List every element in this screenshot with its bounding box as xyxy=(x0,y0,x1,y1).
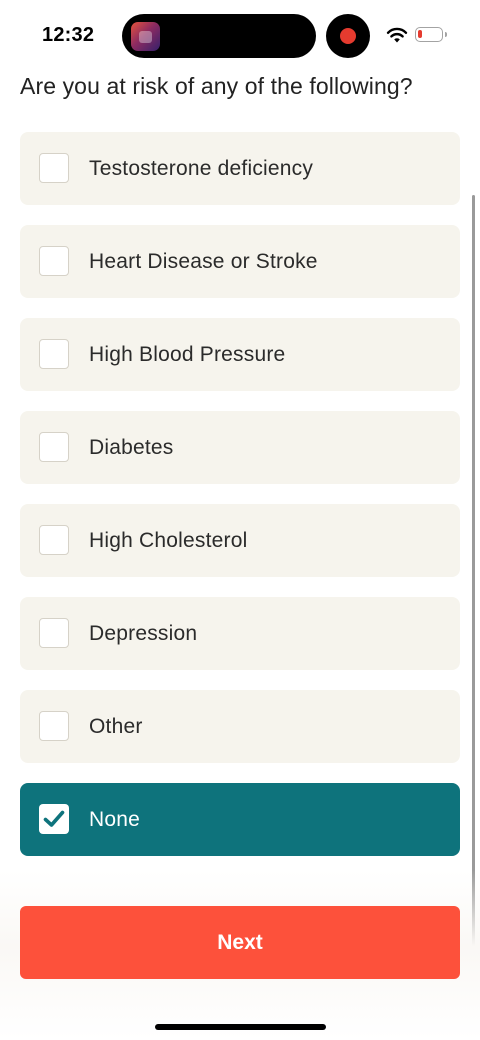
checkbox[interactable] xyxy=(39,525,69,555)
wifi-icon xyxy=(386,27,408,43)
checkbox[interactable] xyxy=(39,618,69,648)
option-label: Testosterone deficiency xyxy=(89,157,314,180)
home-indicator[interactable] xyxy=(155,1024,326,1030)
checkbox[interactable] xyxy=(39,246,69,276)
option-label: Diabetes xyxy=(89,436,174,459)
option-other[interactable]: Other xyxy=(20,690,460,763)
option-high-blood-pressure[interactable]: High Blood Pressure xyxy=(20,318,460,391)
screen: 12:32 Are you at risk of any of the foll… xyxy=(0,0,480,1040)
next-button[interactable]: Next xyxy=(20,906,460,979)
checkbox[interactable] xyxy=(39,153,69,183)
option-label: High Cholesterol xyxy=(89,529,248,552)
option-none[interactable]: None xyxy=(20,783,460,856)
option-depression[interactable]: Depression xyxy=(20,597,460,670)
option-high-cholesterol[interactable]: High Cholesterol xyxy=(20,504,460,577)
option-label: Heart Disease or Stroke xyxy=(89,250,318,273)
option-label: Other xyxy=(89,715,143,738)
checkbox[interactable] xyxy=(39,339,69,369)
option-label: Depression xyxy=(89,622,198,645)
option-diabetes[interactable]: Diabetes xyxy=(20,411,460,484)
checkbox[interactable] xyxy=(39,711,69,741)
checkbox[interactable] xyxy=(39,432,69,462)
option-label: None xyxy=(89,808,141,831)
checkmark-icon xyxy=(43,810,65,827)
scrollbar[interactable] xyxy=(472,195,475,987)
options-list: Testosterone deficiency Heart Disease or… xyxy=(20,132,460,876)
page-title: Are you at risk of any of the following? xyxy=(20,73,413,99)
recording-icon xyxy=(340,28,356,44)
option-heart-disease-or-stroke[interactable]: Heart Disease or Stroke xyxy=(20,225,460,298)
screen-recording-indicator[interactable] xyxy=(326,14,370,58)
battery-icon xyxy=(415,27,447,42)
app-icon xyxy=(131,22,160,51)
dynamic-island[interactable] xyxy=(122,14,316,58)
option-label: High Blood Pressure xyxy=(89,343,286,366)
option-testosterone-deficiency[interactable]: Testosterone deficiency xyxy=(20,132,460,205)
checkbox[interactable] xyxy=(39,804,69,834)
status-bar: 12:32 xyxy=(0,0,480,72)
battery-level xyxy=(418,30,422,38)
status-time: 12:32 xyxy=(42,24,95,46)
